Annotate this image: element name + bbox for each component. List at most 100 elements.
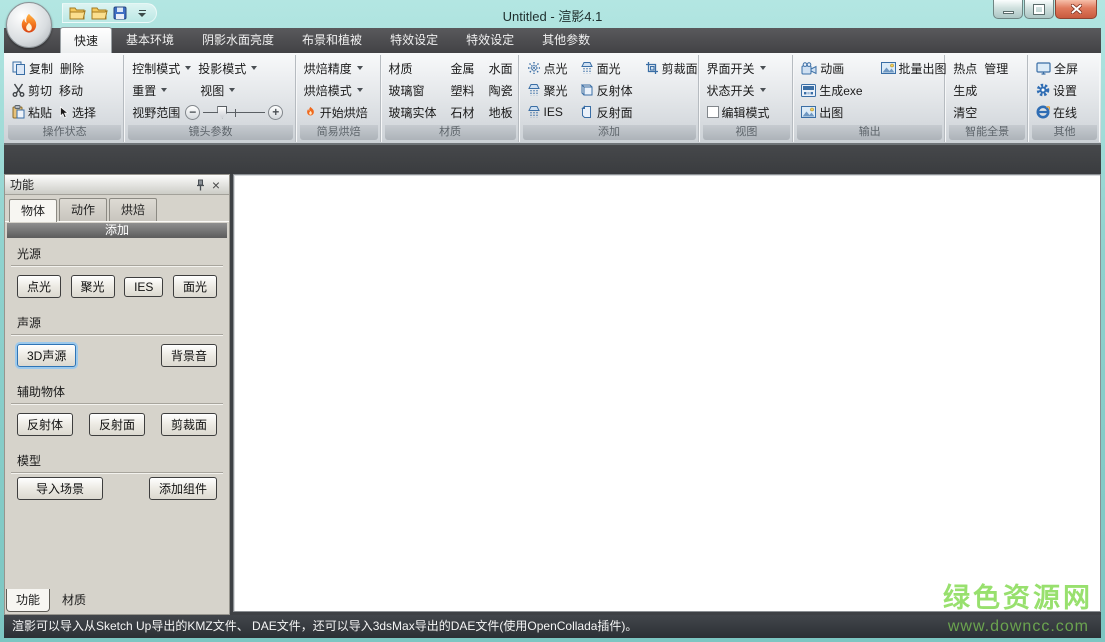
ies-light-button[interactable]: IES (525, 104, 565, 120)
dock-tab-bar: 功能 材质 (5, 588, 229, 614)
chevron-down-icon (760, 88, 766, 92)
area-light-button[interactable]: 面光 (578, 59, 623, 78)
ribbon-tab-bar: 快速 基本环境 阴影水面亮度 布景和植被 特效设定 特效设定 其他参数 (4, 28, 1101, 53)
group-label-add: 添加 (523, 125, 696, 140)
start-bake-button[interactable]: 开始烘焙 (302, 103, 370, 122)
app-menu-button[interactable] (6, 2, 52, 48)
ies-panel-button[interactable]: IES (124, 277, 163, 297)
plastic-button[interactable]: 塑料 (449, 81, 477, 100)
zoom-in-button[interactable]: + (268, 105, 283, 120)
spot-light-panel-button[interactable]: 聚光 (71, 275, 115, 298)
ribbon-group-operation-state: 复制删除 剪切移动 粘贴选择 操作状态 (6, 55, 124, 142)
panel-tab-object[interactable]: 物体 (9, 199, 57, 222)
window-title: Untitled - 渲影4.1 (4, 6, 1101, 25)
state-switch-dropdown[interactable]: 状态开关 (705, 81, 768, 100)
reset-dropdown[interactable]: 重置 (130, 81, 169, 100)
minimize-icon (1003, 11, 1014, 14)
tab-other-params[interactable]: 其他参数 (528, 27, 604, 53)
reflector-panel-button[interactable]: 反射体 (17, 413, 73, 436)
viewport-canvas[interactable] (233, 174, 1101, 612)
move-button[interactable]: 移动 (57, 81, 85, 100)
animation-button[interactable]: 动画 (799, 59, 846, 78)
reflect-plane-button[interactable]: 反射面 (578, 103, 635, 122)
delete-button[interactable]: 删除 (58, 59, 86, 78)
glass-window-button[interactable]: 玻璃窗 (387, 81, 427, 100)
tab-scenery-vegetation[interactable]: 布景和植被 (288, 27, 376, 53)
ui-switch-dropdown[interactable]: 界面开关 (705, 59, 768, 78)
metal-button[interactable]: 金属 (449, 59, 477, 78)
bake-precision-dropdown[interactable]: 烘焙精度 (302, 59, 365, 78)
fov-slider[interactable] (203, 105, 265, 120)
hotspot-button[interactable]: 热点 (951, 59, 979, 78)
clip-plane-panel-button[interactable]: 剪裁面 (161, 413, 217, 436)
panel-tab-action[interactable]: 动作 (59, 198, 107, 221)
clip-plane-button[interactable]: 剪裁面 (643, 59, 700, 78)
copy-button[interactable]: 复制 (10, 59, 55, 78)
material-button[interactable]: 材质 (387, 59, 415, 78)
dock-tab-function[interactable]: 功能 (6, 589, 50, 612)
tab-basic-environment[interactable]: 基本环境 (112, 27, 188, 53)
group-label-smart-pano: 智能全景 (949, 125, 1025, 140)
cursor-icon (59, 106, 69, 119)
cut-button[interactable]: 剪切 (10, 81, 54, 100)
projection-mode-dropdown[interactable]: 投影模式 (196, 59, 259, 78)
manage-button[interactable]: 管理 (982, 59, 1010, 78)
reflect-plane-panel-button[interactable]: 反射面 (89, 413, 145, 436)
tab-effects-1[interactable]: 特效设定 (376, 27, 452, 53)
maximize-button[interactable] (1024, 0, 1054, 19)
spot-light-button[interactable]: 聚光 (525, 81, 570, 100)
point-light-button[interactable]: 点光 (525, 59, 570, 78)
minimize-button[interactable] (993, 0, 1023, 19)
panel-tab-bake[interactable]: 烘焙 (109, 198, 157, 221)
area-light-panel-button[interactable]: 面光 (173, 275, 217, 298)
import-scene-button[interactable]: 导入场景 (17, 477, 103, 500)
paste-button[interactable]: 粘贴 (10, 103, 54, 122)
clear-button[interactable]: 清空 (951, 103, 979, 122)
group-label-output: 输出 (797, 125, 942, 140)
water-button[interactable]: 水面 (487, 59, 515, 78)
sound-3d-button[interactable]: 3D声源 (17, 344, 76, 367)
exe-file-icon (801, 84, 816, 97)
background-sound-button[interactable]: 背景音 (161, 344, 217, 367)
settings-button[interactable]: 设置 (1034, 81, 1079, 100)
area-light-icon (580, 61, 594, 75)
ribbon-group-view: 界面开关 状态开关 编辑模式 视图 (701, 55, 794, 142)
ceramic-button[interactable]: 陶瓷 (487, 81, 515, 100)
paste-icon (12, 105, 25, 119)
control-mode-dropdown[interactable]: 控制模式 (130, 59, 193, 78)
view-dropdown[interactable]: 视图 (198, 81, 237, 100)
flame-logo-icon (15, 11, 43, 39)
scissors-icon (12, 83, 25, 97)
bake-mode-dropdown[interactable]: 烘焙模式 (302, 81, 365, 100)
group-label-lens-params: 镜头参数 (128, 125, 292, 140)
ies-light-icon (527, 105, 541, 119)
render-image-button[interactable]: 出图 (799, 103, 845, 122)
reflector-button[interactable]: 反射体 (578, 81, 635, 100)
tab-shadow-water-brightness[interactable]: 阴影水面亮度 (188, 27, 288, 53)
floor-button[interactable]: 地板 (487, 103, 515, 122)
fullscreen-button[interactable]: 全屏 (1034, 59, 1080, 78)
dock-tab-material[interactable]: 材质 (53, 589, 95, 611)
panel-header: 功能 × (5, 175, 229, 195)
pin-button[interactable] (192, 178, 208, 192)
panel-close-button[interactable]: × (208, 178, 224, 192)
edit-mode-checkbox[interactable]: 编辑模式 (705, 103, 772, 122)
close-button[interactable] (1055, 0, 1097, 19)
watermark-site-url: www.downcc.com (948, 618, 1089, 636)
stone-button[interactable]: 石材 (449, 103, 477, 122)
point-light-panel-button[interactable]: 点光 (17, 275, 61, 298)
window-controls (992, 0, 1097, 19)
make-exe-button[interactable]: 生成exe (799, 81, 864, 100)
zoom-out-button[interactable]: − (185, 105, 200, 120)
add-component-button[interactable]: 添加组件 (149, 477, 217, 500)
crop-icon (645, 61, 659, 75)
online-button[interactable]: 在线 (1034, 103, 1079, 122)
slider-thumb[interactable] (217, 106, 227, 119)
glass-solid-button[interactable]: 玻璃实体 (387, 103, 439, 122)
tab-quick[interactable]: 快速 (60, 27, 112, 53)
section-label-aux: 辅助物体 (11, 380, 223, 404)
tab-effects-2[interactable]: 特效设定 (452, 27, 528, 53)
generate-button[interactable]: 生成 (951, 81, 979, 100)
batch-render-button[interactable]: 批量出图 (879, 59, 949, 78)
select-button[interactable]: 选择 (57, 103, 98, 122)
